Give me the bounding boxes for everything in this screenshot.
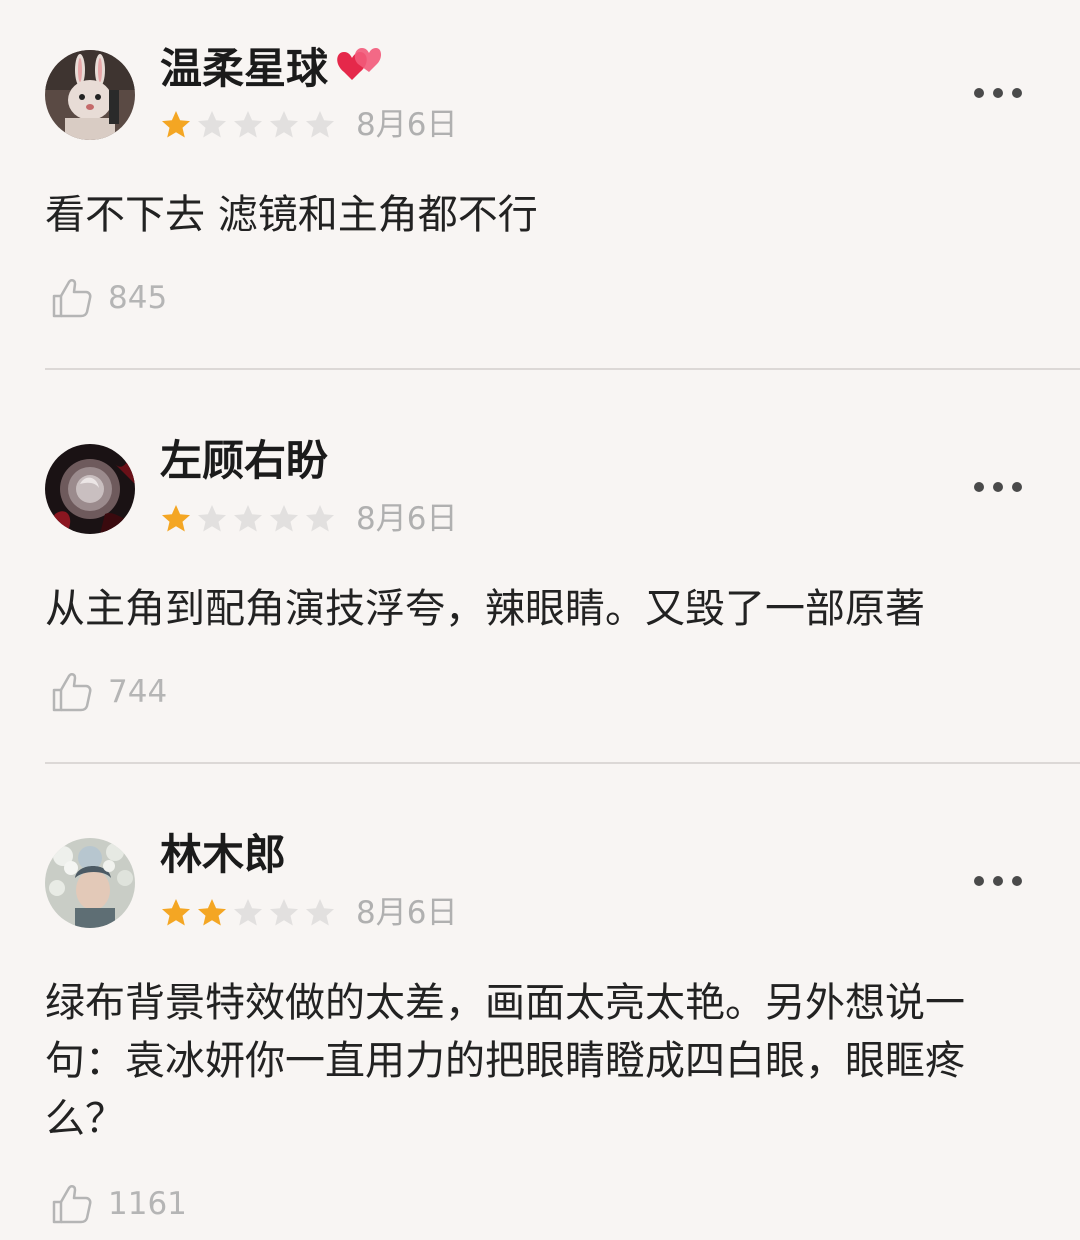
star-empty-icon bbox=[306, 899, 334, 926]
thumbs-up-icon bbox=[52, 1185, 92, 1224]
dot-icon bbox=[974, 88, 984, 98]
star-empty-icon bbox=[270, 505, 298, 532]
divider bbox=[45, 762, 1080, 764]
divider bbox=[45, 368, 1080, 370]
dot-icon bbox=[993, 876, 1003, 886]
star-empty-icon bbox=[198, 505, 226, 532]
star-empty-icon bbox=[234, 505, 262, 532]
star-empty-icon bbox=[234, 899, 262, 926]
star-rating: 8月6日 bbox=[160, 499, 457, 539]
review-text: 绿布背景特效做的太差，画面太亮太艳。另外想说一句：袁冰妍你一直用力的把眼睛瞪成四… bbox=[45, 980, 965, 1142]
review-date: 8月6日 bbox=[356, 501, 458, 537]
star-rating: 8月6日 bbox=[160, 893, 457, 933]
star-empty-icon bbox=[270, 899, 298, 926]
more-options-button[interactable] bbox=[974, 866, 1022, 896]
dot-icon bbox=[993, 88, 1003, 98]
star-rating: 8月6日 bbox=[160, 105, 457, 145]
like-button[interactable]: 845 bbox=[50, 276, 167, 320]
star-empty-icon bbox=[270, 111, 298, 138]
username[interactable]: 左顾右盼 bbox=[160, 436, 328, 486]
more-options-button[interactable] bbox=[974, 472, 1022, 502]
like-button[interactable]: 744 bbox=[50, 670, 167, 714]
review-date: 8月6日 bbox=[356, 895, 458, 931]
review-text: 看不下去 滤镜和主角都不行 bbox=[45, 192, 538, 238]
dot-icon bbox=[974, 482, 984, 492]
star-filled-icon bbox=[198, 899, 226, 926]
dot-icon bbox=[1012, 876, 1022, 886]
star-empty-icon bbox=[234, 111, 262, 138]
avatar[interactable] bbox=[45, 50, 135, 140]
dot-icon bbox=[1012, 482, 1022, 492]
like-count: 845 bbox=[108, 280, 168, 316]
more-options-button[interactable] bbox=[974, 78, 1022, 108]
star-filled-icon bbox=[162, 899, 190, 926]
thumbs-up-icon bbox=[52, 673, 92, 712]
like-button[interactable]: 1161 bbox=[50, 1182, 187, 1226]
star-empty-icon bbox=[198, 111, 226, 138]
avatar[interactable] bbox=[45, 838, 135, 928]
dot-icon bbox=[974, 876, 984, 886]
like-count: 1161 bbox=[108, 1186, 187, 1222]
review-date: 8月6日 bbox=[356, 107, 458, 143]
review-text: 从主角到配角演技浮夸，辣眼睛。又毁了一部原著 bbox=[45, 586, 925, 632]
like-count: 744 bbox=[108, 674, 168, 710]
star-filled-icon bbox=[162, 505, 190, 532]
avatar[interactable] bbox=[45, 444, 135, 534]
star-empty-icon bbox=[306, 111, 334, 138]
dot-icon bbox=[993, 482, 1003, 492]
star-filled-icon bbox=[162, 111, 190, 138]
star-empty-icon bbox=[306, 505, 334, 532]
username[interactable]: 林木郎 bbox=[160, 830, 286, 880]
heart-icon bbox=[330, 42, 382, 101]
thumbs-up-icon bbox=[52, 279, 92, 318]
username[interactable]: 温柔星球 bbox=[160, 42, 382, 101]
dot-icon bbox=[1012, 88, 1022, 98]
